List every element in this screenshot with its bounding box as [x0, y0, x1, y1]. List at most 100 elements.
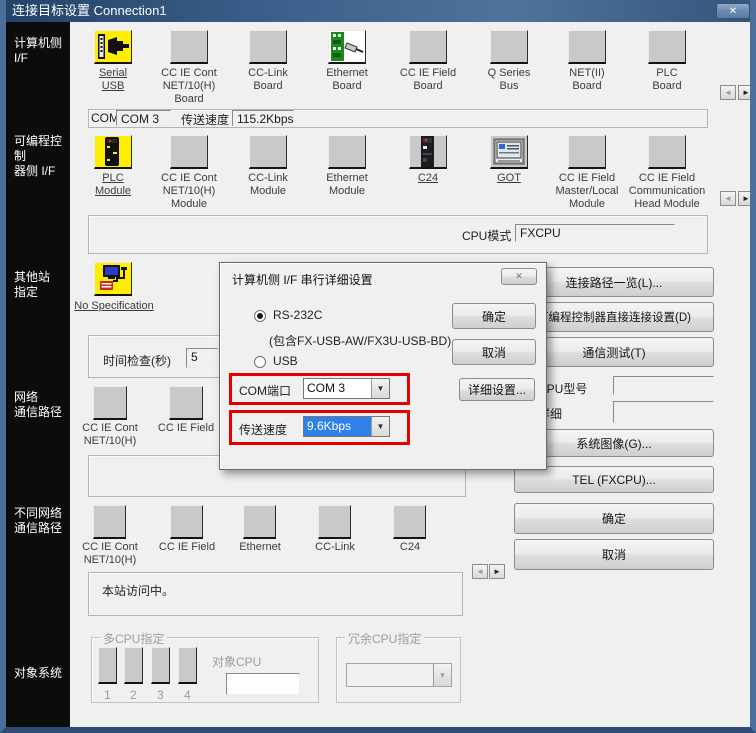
serial-ok-button[interactable]: 确定 — [452, 303, 536, 329]
q-series-bus-label[interactable]: Q Series Bus — [471, 67, 547, 93]
cc-link-module-label[interactable]: CC-Link Module — [230, 172, 306, 198]
plc-if-scroll-right-icon[interactable]: ► — [738, 191, 754, 206]
cpu-slot-3-num: 3 — [157, 688, 164, 702]
cc-ie-field-head-icon[interactable] — [648, 135, 686, 169]
connection-setup-window: 连接目标设置 Connection1 ✕ 计算机侧 I/F 可编程控制 器侧 I… — [0, 0, 756, 733]
plc-module-glyph — [95, 136, 131, 167]
net-route-cc-ie-field-icon[interactable] — [169, 386, 203, 420]
cpu-slot-3[interactable] — [151, 647, 170, 684]
no-specification-label[interactable]: No Specification — [68, 300, 160, 313]
diff-scroll-left-icon[interactable]: ◄ — [472, 564, 488, 579]
detail-field — [613, 401, 714, 423]
cpu-mode-field: FXCPU — [515, 224, 675, 242]
diff-cc-ie-cont-label[interactable]: CC IE Cont NET/10(H) — [71, 541, 149, 567]
com-port-highlight — [229, 373, 410, 405]
net-route-cc-ie-cont-label[interactable]: CC IE Cont NET/10(H) — [72, 422, 148, 448]
serial-detail-settings-button[interactable]: 详细设置... — [459, 378, 535, 401]
cc-link-module-icon[interactable] — [249, 135, 287, 169]
netii-board-label[interactable]: NET(II) Board — [549, 67, 625, 93]
close-icon: ✕ — [729, 6, 737, 17]
rs232c-note: (包含FX-USB-AW/FX3U-USB-BD) — [269, 332, 451, 349]
ethernet-module-label[interactable]: Ethernet Module — [309, 172, 385, 198]
usb-label[interactable]: USB — [273, 354, 298, 368]
pc-if-scroll-right-icon[interactable]: ► — [738, 85, 754, 100]
cpu-slot-4-num: 4 — [184, 688, 191, 702]
c24-label[interactable]: C24 — [390, 172, 466, 185]
cpu-slot-4[interactable] — [178, 647, 197, 684]
sidebar-item-diff-network: 不同网络 通信路径 — [14, 506, 72, 536]
tel-button[interactable]: TEL (FXCPU)... — [514, 466, 714, 493]
netii-board-icon[interactable] — [568, 30, 606, 64]
plc-module-label[interactable]: PLC Module — [75, 172, 151, 198]
chevron-down-icon: ▼ — [433, 664, 451, 686]
serial-usb-glyph — [95, 31, 131, 62]
com-label: COM — [91, 111, 119, 125]
net-route-cc-ie-cont-icon[interactable] — [93, 386, 127, 420]
sidebar-item-other-station: 其他站 指定 — [14, 270, 72, 300]
main-cancel-button[interactable]: 取消 — [514, 539, 714, 570]
cc-ie-field-board-label[interactable]: CC IE Field Board — [390, 67, 466, 93]
cc-ie-field-master-label[interactable]: CC IE Field Master/Local Module — [544, 172, 630, 211]
target-cpu-label: 对象CPU — [212, 653, 261, 670]
cc-ie-field-head-label[interactable]: CC IE Field Communication Head Module — [622, 172, 712, 211]
cpu-slot-2[interactable] — [124, 647, 143, 684]
q-series-bus-icon[interactable] — [490, 30, 528, 64]
cpu-mode-label: CPU模式 — [462, 227, 511, 244]
main-ok-button[interactable]: 确定 — [514, 503, 714, 534]
usb-radio[interactable] — [254, 356, 266, 368]
serial-cancel-button[interactable]: 取消 — [452, 339, 536, 365]
plc-board-icon[interactable] — [648, 30, 686, 64]
ethernet-board-label[interactable]: Ethernet Board — [309, 67, 385, 93]
net-route-cc-ie-field-label[interactable]: CC IE Field — [148, 422, 224, 435]
baud-value-field: 115.2Kbps — [232, 110, 294, 126]
rs232c-radio[interactable] — [254, 310, 266, 322]
cc-ie-field-master-icon[interactable] — [568, 135, 606, 169]
cc-ie-cont-module-icon[interactable] — [170, 135, 208, 169]
diff-ethernet-icon[interactable] — [243, 505, 276, 539]
pc-if-scroll-left-icon[interactable]: ◄ — [720, 85, 736, 100]
serial-detail-dialog: 计算机侧 I/F 串行详细设置 ✕ RS-232C (包含FX-USB-AW/F… — [219, 262, 547, 470]
redundant-cpu-select[interactable]: ▼ — [346, 663, 452, 687]
ethernet-board-icon[interactable] — [328, 30, 366, 64]
ethernet-module-icon[interactable] — [328, 135, 366, 169]
window-close-button[interactable]: ✕ — [716, 3, 750, 19]
cc-link-board-icon[interactable] — [249, 30, 287, 64]
cc-ie-field-board-icon[interactable] — [409, 30, 447, 64]
got-icon[interactable] — [490, 135, 528, 169]
rs232c-label[interactable]: RS-232C — [273, 308, 322, 322]
cc-ie-cont-board-label[interactable]: CC IE Cont NET/10(H) Board — [151, 67, 227, 106]
diff-ethernet-label[interactable]: Ethernet — [221, 541, 299, 554]
diff-cc-ie-field-label[interactable]: CC IE Field — [148, 541, 226, 554]
diff-cc-ie-cont-icon[interactable] — [93, 505, 126, 539]
cpu-slot-1[interactable] — [98, 647, 117, 684]
serial-dialog-close-button[interactable]: ✕ — [501, 268, 537, 285]
diff-cc-link-icon[interactable] — [318, 505, 351, 539]
c24-icon[interactable] — [409, 135, 447, 169]
plc-module-icon[interactable] — [94, 135, 132, 169]
diff-cc-ie-field-icon[interactable] — [170, 505, 203, 539]
diff-c24-label[interactable]: C24 — [371, 541, 449, 554]
title-bar[interactable]: 连接目标设置 Connection1 — [6, 0, 750, 22]
close-icon: ✕ — [515, 271, 523, 282]
no-specification-glyph — [95, 263, 131, 294]
diff-scroll-right-icon[interactable]: ► — [489, 564, 505, 579]
no-specification-icon[interactable] — [94, 262, 132, 296]
cc-link-board-label[interactable]: CC-Link Board — [230, 67, 306, 93]
cpu-model-field — [613, 376, 714, 395]
diff-c24-icon[interactable] — [393, 505, 426, 539]
cc-ie-cont-module-label[interactable]: CC IE Cont NET/10(H) Module — [151, 172, 227, 211]
sidebar-item-pc-if: 计算机侧 I/F — [14, 36, 72, 66]
got-label[interactable]: GOT — [471, 172, 547, 185]
sidebar-item-network-route: 网络 通信路径 — [14, 390, 72, 420]
diff-cc-link-label[interactable]: CC-Link — [296, 541, 374, 554]
serial-usb-label[interactable]: Serial USB — [75, 67, 151, 93]
serial-usb-icon[interactable] — [94, 30, 132, 64]
sidebar-item-target-system: 对象系统 — [14, 666, 72, 681]
got-glyph — [491, 136, 527, 167]
time-check-field[interactable]: 5 — [186, 348, 218, 368]
plc-board-label[interactable]: PLC Board — [629, 67, 705, 93]
cc-ie-cont-board-icon[interactable] — [170, 30, 208, 64]
plc-if-scroll-left-icon[interactable]: ◄ — [720, 191, 736, 206]
window-title: 连接目标设置 Connection1 — [12, 3, 167, 18]
serial-dialog-title: 计算机侧 I/F 串行详细设置 — [232, 271, 373, 288]
